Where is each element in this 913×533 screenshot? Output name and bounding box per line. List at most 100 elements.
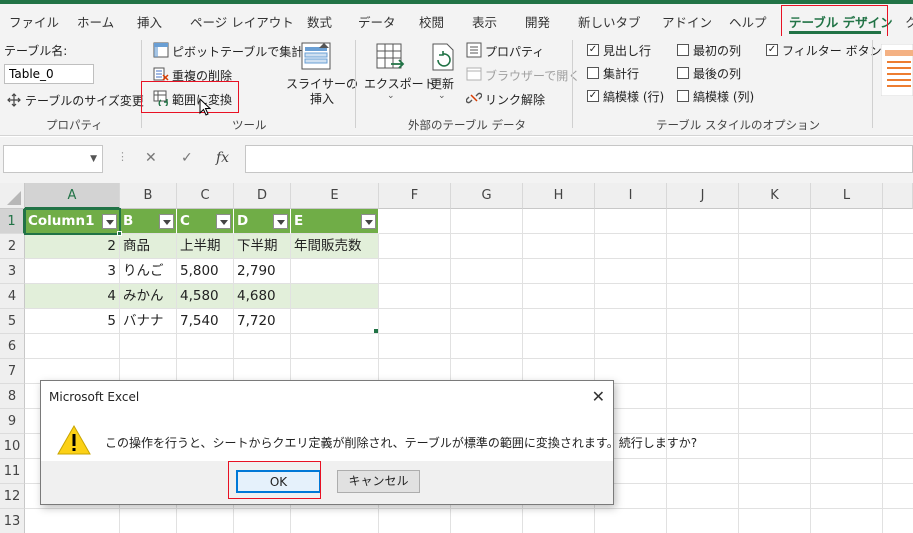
group-title-external-data: 外部のテーブル データ [408,118,526,132]
tab-help[interactable]: ヘルプ [729,12,767,31]
table-cell[interactable] [291,309,379,334]
table-cell[interactable]: 4 [25,284,120,309]
table-header-cell[interactable]: B [120,209,177,234]
insert-slicer-button[interactable]: スライサーの 挿入 [286,77,358,107]
first-column-checkbox[interactable] [677,44,689,56]
export-button[interactable]: エクスポート [364,77,436,92]
row-header-6[interactable]: 6 [0,334,25,359]
column-header-f[interactable]: F [379,183,451,209]
row-header-5[interactable]: 5 [0,309,25,334]
tab-home[interactable]: ホーム [77,12,114,31]
tab-formulas[interactable]: 数式 [307,12,332,31]
table-cell[interactable]: 2,790 [234,259,291,284]
formula-input[interactable] [245,145,913,173]
table-cell[interactable]: 3 [25,259,120,284]
export-dropdown-chevron-icon[interactable]: ⌄ [387,91,395,101]
table-style-gallery-thumbnail[interactable] [880,43,913,99]
row-header-10[interactable]: 10 [0,434,25,459]
table-header-cell[interactable]: C [177,209,234,234]
pivot-table-summary-button[interactable]: ピボットテーブルで集計 [172,43,303,60]
row-header-7[interactable]: 7 [0,359,25,384]
tab-view[interactable]: 表示 [472,12,497,31]
banded-columns-checkbox[interactable] [677,90,689,102]
enter-entry-icon[interactable]: ✓ [181,150,193,166]
row-header-12[interactable]: 12 [0,484,25,509]
table-cell[interactable]: 4,580 [177,284,234,309]
column-header-g[interactable]: G [451,183,523,209]
table-cell[interactable] [291,259,379,284]
table-header-cell[interactable]: D [234,209,291,234]
refresh-dropdown-chevron-icon[interactable]: ⌄ [438,91,446,101]
filter-dropdown-icon[interactable] [159,214,174,229]
table-cell[interactable]: 年間販売数 [291,234,379,259]
column-header-m-partial[interactable] [883,183,913,209]
column-header-h[interactable]: H [523,183,595,209]
row-header-11[interactable]: 11 [0,459,25,484]
name-box-dropdown-icon[interactable]: ▼ [90,154,97,164]
total-row-checkbox[interactable] [587,67,599,79]
table-cell[interactable]: 上半期 [177,234,234,259]
tab-insert[interactable]: 挿入 [137,12,162,31]
tab-file[interactable]: ファイル [9,12,59,31]
banded-rows-checkbox[interactable]: ✓ [587,90,599,102]
column-header-l[interactable]: L [811,183,883,209]
column-header-i[interactable]: I [595,183,667,209]
table-cell[interactable]: バナナ [120,309,177,334]
table-cell[interactable]: みかん [120,284,177,309]
table-cell[interactable]: 2 [25,234,120,259]
select-all-corner[interactable] [0,183,25,209]
insert-function-icon[interactable]: fx [216,150,229,166]
name-box[interactable]: ▼ [3,145,103,173]
dialog-close-icon[interactable]: ✕ [592,387,605,406]
filter-dropdown-icon[interactable] [361,214,376,229]
filter-dropdown-icon[interactable] [273,214,288,229]
column-header-e[interactable]: E [291,183,379,209]
filter-button-checkbox[interactable]: ✓ [766,44,778,56]
dialog-title-bar[interactable]: Microsoft Excel ✕ [41,381,613,413]
tab-query-partial[interactable]: ク [905,12,913,31]
dialog-body: この操作を行うと、シートからクエリ定義が削除され、テーブルが標準の範囲に変換され… [41,413,697,461]
table-cell[interactable]: 商品 [120,234,177,259]
column-header-b[interactable]: B [120,183,177,209]
open-in-browser-button[interactable]: ブラウザーで開く [485,67,580,84]
row-header-13[interactable]: 13 [0,509,25,533]
tab-data[interactable]: データ [358,12,396,31]
table-name-input[interactable] [4,64,94,84]
table-cell[interactable]: 5 [25,309,120,334]
table-cell[interactable]: 下半期 [234,234,291,259]
resize-table-button[interactable]: テーブルのサイズ変更 [25,92,144,109]
column-header-a[interactable]: A [25,183,120,209]
table-cell[interactable] [291,284,379,309]
column-header-d[interactable]: D [234,183,291,209]
row-header-2[interactable]: 2 [0,234,25,259]
tab-review[interactable]: 校閲 [419,12,444,31]
column-header-c[interactable]: C [177,183,234,209]
row-header-4[interactable]: 4 [0,284,25,309]
column-header-j[interactable]: J [667,183,739,209]
table-cell[interactable]: りんご [120,259,177,284]
tab-page-layout[interactable]: ページ レイアウト [190,12,294,31]
last-column-checkbox[interactable] [677,67,689,79]
refresh-button[interactable]: 更新 [430,77,454,92]
tab-addins[interactable]: アドイン [662,12,712,31]
table-cell[interactable]: 4,680 [234,284,291,309]
table-header-cell[interactable]: E [291,209,379,234]
fill-handle[interactable] [117,231,122,236]
tab-developer[interactable]: 開発 [525,12,550,31]
tab-new-tab[interactable]: 新しいタブ [578,12,641,31]
unlink-button[interactable]: リンク解除 [485,91,545,108]
row-header-1[interactable]: 1 [0,209,25,234]
row-header-9[interactable]: 9 [0,409,25,434]
table-cell[interactable]: 7,720 [234,309,291,334]
table-cell[interactable]: 5,800 [177,259,234,284]
header-row-checkbox[interactable]: ✓ [587,44,599,56]
table-resize-handle[interactable] [374,329,378,333]
column-header-k[interactable]: K [739,183,811,209]
external-properties-button[interactable]: プロパティ [485,43,544,60]
cancel-entry-icon[interactable]: ✕ [145,150,157,166]
filter-dropdown-icon[interactable] [216,214,231,229]
cancel-button[interactable]: キャンセル [337,470,420,493]
table-cell[interactable]: 7,540 [177,309,234,334]
row-header-3[interactable]: 3 [0,259,25,284]
row-header-8[interactable]: 8 [0,384,25,409]
